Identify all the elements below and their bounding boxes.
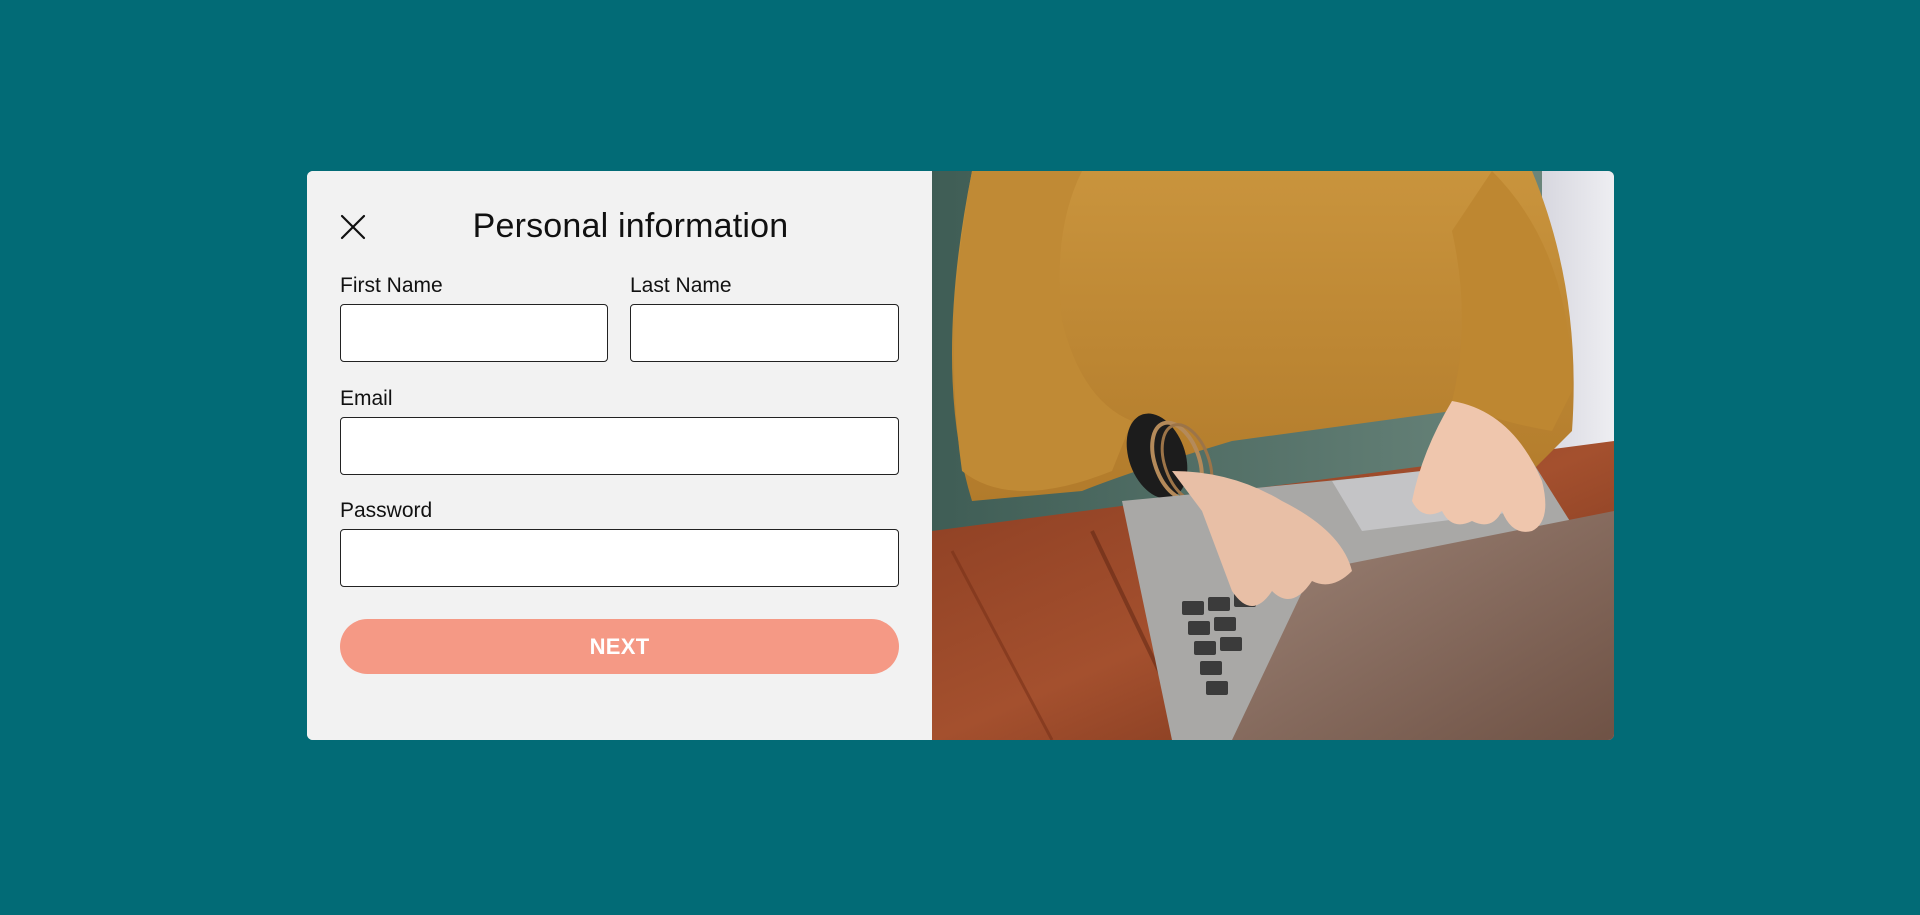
email-field-group: Email: [340, 386, 899, 475]
next-button[interactable]: NEXT: [340, 619, 899, 674]
page-title: Personal information: [472, 207, 789, 245]
password-input[interactable]: [340, 529, 899, 587]
first-name-field-group: First Name: [340, 273, 608, 362]
last-name-input[interactable]: [630, 304, 899, 362]
last-name-label: Last Name: [630, 274, 732, 297]
password-field-group: Password: [340, 498, 899, 587]
personal-info-form: Personal information First Name Last Nam…: [307, 171, 932, 740]
hero-photo: [932, 171, 1614, 740]
person-typing-on-laptop-photo: [932, 171, 1614, 740]
first-name-input[interactable]: [340, 304, 608, 362]
email-input[interactable]: [340, 417, 899, 475]
first-name-label: First Name: [340, 274, 443, 297]
password-label: Password: [340, 499, 433, 522]
signup-modal: Personal information First Name Last Nam…: [307, 171, 1614, 740]
last-name-field-group: Last Name: [630, 273, 899, 362]
email-label: Email: [340, 387, 393, 410]
